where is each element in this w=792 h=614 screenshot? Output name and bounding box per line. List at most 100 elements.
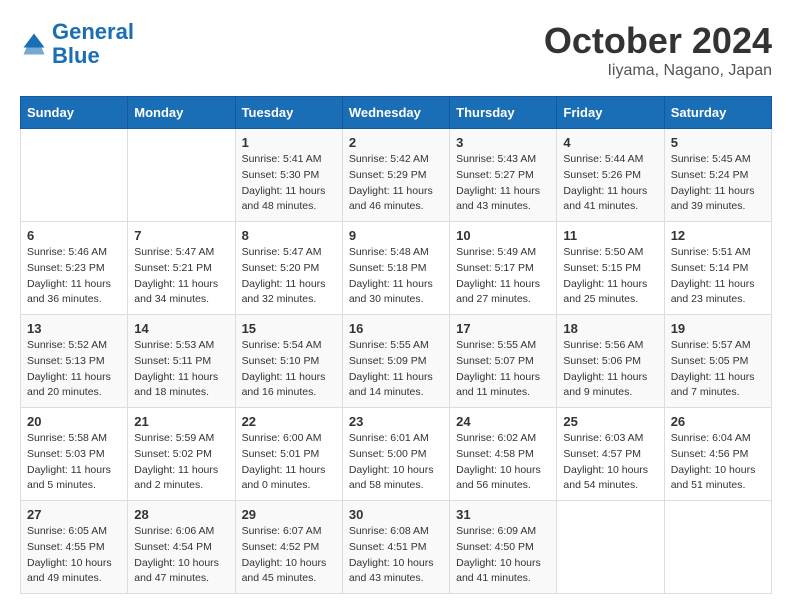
calendar-cell: 1Sunrise: 5:41 AMSunset: 5:30 PMDaylight… <box>235 129 342 222</box>
calendar-cell: 24 Sunrise: 6:02 AMSunset: 4:58 PMDayligh… <box>450 408 557 501</box>
calendar-week-row: 1Sunrise: 5:41 AMSunset: 5:30 PMDaylight… <box>21 129 772 222</box>
calendar-cell: 3 Sunrise: 5:43 AMSunset: 5:27 PMDaylight… <box>450 129 557 222</box>
day-number: 26 <box>671 414 765 429</box>
weekday-header-wednesday: Wednesday <box>342 97 449 129</box>
day-number: 15 <box>242 321 336 336</box>
cell-content: Sunrise: 6:03 AMSunset: 4:57 PMDaylight:… <box>563 431 657 494</box>
cell-content: Sunrise: 5:44 AMSunset: 5:26 PMDaylight:… <box>563 152 657 215</box>
calendar-week-row: 6 Sunrise: 5:46 AMSunset: 5:23 PMDaylight… <box>21 222 772 315</box>
calendar-cell: 14Sunrise: 5:53 AMSunset: 5:11 PMDayligh… <box>128 315 235 408</box>
calendar-table: SundayMondayTuesdayWednesdayThursdayFrid… <box>20 96 772 594</box>
day-number: 9 <box>349 228 443 243</box>
cell-content: Sunrise: 5:49 AMSunset: 5:17 PMDaylight:… <box>456 245 550 308</box>
cell-content: Sunrise: 6:07 AMSunset: 4:52 PMDaylight:… <box>242 524 336 587</box>
day-number: 24 <box>456 414 550 429</box>
calendar-week-row: 27 Sunrise: 6:05 AMSunset: 4:55 PMDayligh… <box>21 501 772 594</box>
cell-content: Sunrise: 6:04 AMSunset: 4:56 PMDaylight:… <box>671 431 765 494</box>
day-number: 6 <box>27 228 121 243</box>
day-number: 4 <box>563 135 657 150</box>
weekday-header-row: SundayMondayTuesdayWednesdayThursdayFrid… <box>21 97 772 129</box>
cell-content: Sunrise: 5:47 AMSunset: 5:20 PMDaylight:… <box>242 245 336 308</box>
cell-content: Sunrise: 6:00 AMSunset: 5:01 PMDaylight:… <box>242 431 336 494</box>
day-number: 20 <box>27 414 121 429</box>
cell-content: Sunrise: 5:41 AMSunset: 5:30 PMDaylight:… <box>242 152 336 215</box>
weekday-header-tuesday: Tuesday <box>235 97 342 129</box>
day-number: 23 <box>349 414 443 429</box>
logo-line1: General <box>52 19 134 44</box>
calendar-cell: 4 Sunrise: 5:44 AMSunset: 5:26 PMDaylight… <box>557 129 664 222</box>
day-number: 31 <box>456 507 550 522</box>
calendar-cell: 11 Sunrise: 5:50 AMSunset: 5:15 PMDayligh… <box>557 222 664 315</box>
cell-content: Sunrise: 5:59 AMSunset: 5:02 PMDaylight:… <box>134 431 228 494</box>
weekday-header-saturday: Saturday <box>664 97 771 129</box>
cell-content: Sunrise: 5:46 AMSunset: 5:23 PMDaylight:… <box>27 245 121 308</box>
cell-content: Sunrise: 5:55 AMSunset: 5:07 PMDaylight:… <box>456 338 550 401</box>
cell-content: Sunrise: 6:06 AMSunset: 4:54 PMDaylight:… <box>134 524 228 587</box>
weekday-header-sunday: Sunday <box>21 97 128 129</box>
day-number: 30 <box>349 507 443 522</box>
calendar-cell: 22Sunrise: 6:00 AMSunset: 5:01 PMDayligh… <box>235 408 342 501</box>
cell-content: Sunrise: 5:52 AMSunset: 5:13 PMDaylight:… <box>27 338 121 401</box>
cell-content: Sunrise: 5:47 AMSunset: 5:21 PMDaylight:… <box>134 245 228 308</box>
cell-content: Sunrise: 5:50 AMSunset: 5:15 PMDaylight:… <box>563 245 657 308</box>
day-number: 21 <box>134 414 228 429</box>
day-number: 2 <box>349 135 443 150</box>
calendar-week-row: 20Sunrise: 5:58 AMSunset: 5:03 PMDayligh… <box>21 408 772 501</box>
logo-text: General Blue <box>52 20 134 68</box>
calendar-cell: 10 Sunrise: 5:49 AMSunset: 5:17 PMDayligh… <box>450 222 557 315</box>
calendar-cell: 31 Sunrise: 6:09 AMSunset: 4:50 PMDayligh… <box>450 501 557 594</box>
day-number: 13 <box>27 321 121 336</box>
month-title: October 2024 <box>544 20 772 62</box>
day-number: 16 <box>349 321 443 336</box>
calendar-cell: 2 Sunrise: 5:42 AMSunset: 5:29 PMDaylight… <box>342 129 449 222</box>
calendar-cell: 21 Sunrise: 5:59 AMSunset: 5:02 PMDayligh… <box>128 408 235 501</box>
calendar-cell: 28 Sunrise: 6:06 AMSunset: 4:54 PMDayligh… <box>128 501 235 594</box>
calendar-cell: 30 Sunrise: 6:08 AMSunset: 4:51 PMDayligh… <box>342 501 449 594</box>
calendar-cell: 12Sunrise: 5:51 AMSunset: 5:14 PMDayligh… <box>664 222 771 315</box>
day-number: 10 <box>456 228 550 243</box>
cell-content: Sunrise: 5:51 AMSunset: 5:14 PMDaylight:… <box>671 245 765 308</box>
calendar-cell <box>557 501 664 594</box>
calendar-cell: 8 Sunrise: 5:47 AMSunset: 5:20 PMDaylight… <box>235 222 342 315</box>
cell-content: Sunrise: 6:05 AMSunset: 4:55 PMDaylight:… <box>27 524 121 587</box>
day-number: 28 <box>134 507 228 522</box>
calendar-cell: 7Sunrise: 5:47 AMSunset: 5:21 PMDaylight… <box>128 222 235 315</box>
cell-content: Sunrise: 6:02 AMSunset: 4:58 PMDaylight:… <box>456 431 550 494</box>
cell-content: Sunrise: 6:08 AMSunset: 4:51 PMDaylight:… <box>349 524 443 587</box>
day-number: 8 <box>242 228 336 243</box>
calendar-week-row: 13 Sunrise: 5:52 AMSunset: 5:13 PMDayligh… <box>21 315 772 408</box>
day-number: 18 <box>563 321 657 336</box>
cell-content: Sunrise: 5:43 AMSunset: 5:27 PMDaylight:… <box>456 152 550 215</box>
calendar-cell <box>21 129 128 222</box>
calendar-cell: 13 Sunrise: 5:52 AMSunset: 5:13 PMDayligh… <box>21 315 128 408</box>
logo: General Blue <box>20 20 134 68</box>
cell-content: Sunrise: 5:42 AMSunset: 5:29 PMDaylight:… <box>349 152 443 215</box>
cell-content: Sunrise: 5:55 AMSunset: 5:09 PMDaylight:… <box>349 338 443 401</box>
page-header: General Blue October 2024 Iiyama, Nagano… <box>20 20 772 80</box>
cell-content: Sunrise: 5:53 AMSunset: 5:11 PMDaylight:… <box>134 338 228 401</box>
calendar-cell: 29Sunrise: 6:07 AMSunset: 4:52 PMDayligh… <box>235 501 342 594</box>
calendar-cell: 15 Sunrise: 5:54 AMSunset: 5:10 PMDayligh… <box>235 315 342 408</box>
calendar-cell <box>664 501 771 594</box>
day-number: 27 <box>27 507 121 522</box>
calendar-cell: 23Sunrise: 6:01 AMSunset: 5:00 PMDayligh… <box>342 408 449 501</box>
cell-content: Sunrise: 5:48 AMSunset: 5:18 PMDaylight:… <box>349 245 443 308</box>
calendar-cell: 16 Sunrise: 5:55 AMSunset: 5:09 PMDayligh… <box>342 315 449 408</box>
day-number: 5 <box>671 135 765 150</box>
calendar-cell: 19Sunrise: 5:57 AMSunset: 5:05 PMDayligh… <box>664 315 771 408</box>
calendar-cell: 26 Sunrise: 6:04 AMSunset: 4:56 PMDayligh… <box>664 408 771 501</box>
calendar-cell: 20Sunrise: 5:58 AMSunset: 5:03 PMDayligh… <box>21 408 128 501</box>
cell-content: Sunrise: 5:45 AMSunset: 5:24 PMDaylight:… <box>671 152 765 215</box>
logo-line2: Blue <box>52 43 100 68</box>
day-number: 25 <box>563 414 657 429</box>
day-number: 11 <box>563 228 657 243</box>
cell-content: Sunrise: 6:09 AMSunset: 4:50 PMDaylight:… <box>456 524 550 587</box>
calendar-cell: 25 Sunrise: 6:03 AMSunset: 4:57 PMDayligh… <box>557 408 664 501</box>
weekday-header-friday: Friday <box>557 97 664 129</box>
calendar-cell: 17 Sunrise: 5:55 AMSunset: 5:07 PMDayligh… <box>450 315 557 408</box>
weekday-header-thursday: Thursday <box>450 97 557 129</box>
day-number: 3 <box>456 135 550 150</box>
cell-content: Sunrise: 5:54 AMSunset: 5:10 PMDaylight:… <box>242 338 336 401</box>
cell-content: Sunrise: 5:56 AMSunset: 5:06 PMDaylight:… <box>563 338 657 401</box>
day-number: 17 <box>456 321 550 336</box>
